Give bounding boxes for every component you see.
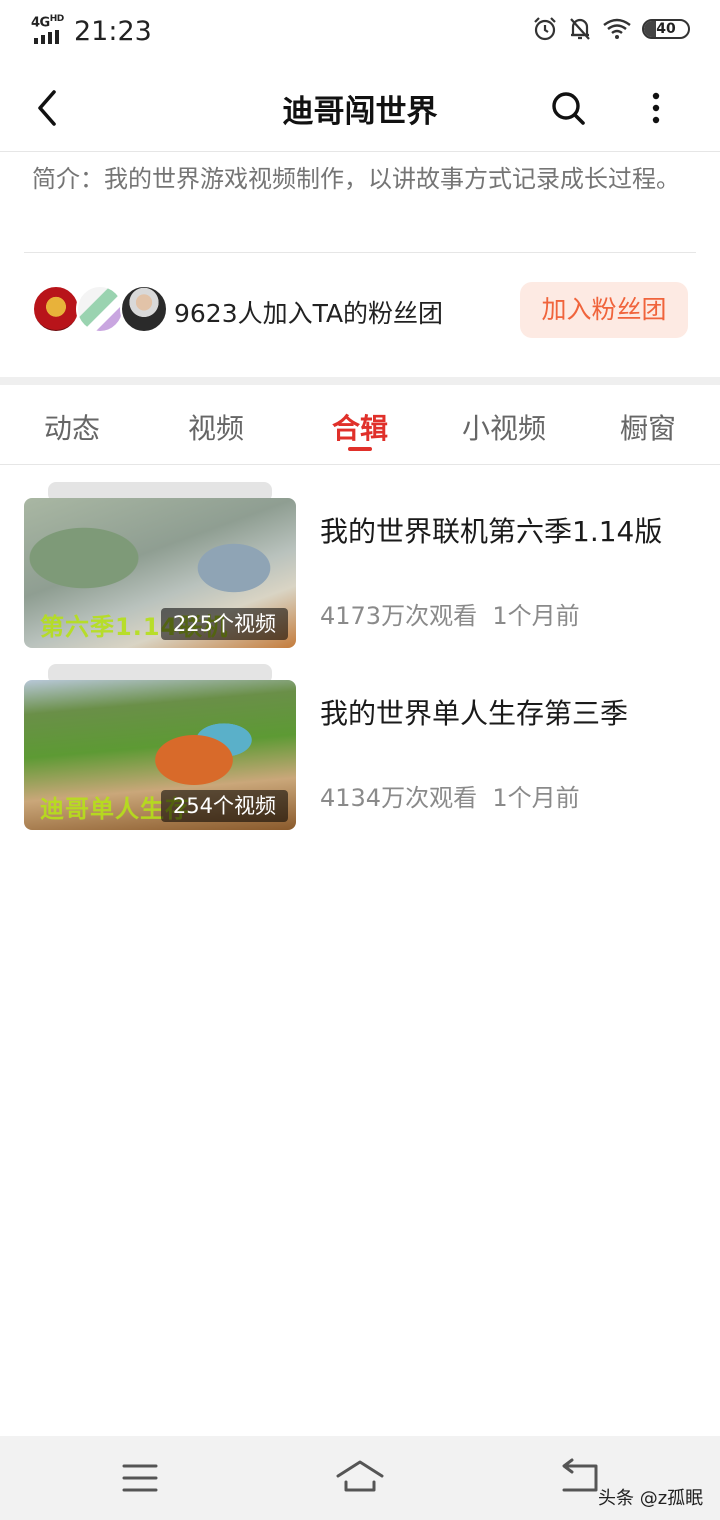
view-count: 4173万次观看 [320,602,478,630]
tab-short-videos[interactable]: 小视频 [449,407,559,447]
join-fan-club-button[interactable]: 加入粉丝团 [520,282,688,338]
fan-club-row: 9623人加入TA的粉丝团 加入粉丝团 [0,280,720,342]
system-nav-bar: 头条 @z孤眠 [0,1436,720,1520]
more-icon [652,92,660,124]
tab-showcase[interactable]: 橱窗 [593,407,703,447]
fan-count-text: 9623人加入TA的粉丝团 [174,299,444,328]
mute-bell-icon [570,18,590,40]
avatar [76,285,124,333]
collection-title: 我的世界联机第六季1.14版 [320,515,663,548]
app-header: 迪哥闯世界 [0,64,720,152]
return-icon [562,1458,598,1492]
home-button[interactable] [336,1456,384,1500]
signal-icon [34,30,59,44]
clock: 21:23 [74,16,152,47]
tab-collections[interactable]: 合辑 [305,407,415,447]
more-button[interactable] [632,84,680,132]
fan-avatars[interactable] [32,285,172,333]
battery-icon: 40 [642,19,690,39]
watermark-text: 头条 @z孤眠 [598,1488,704,1509]
avatar [32,285,80,333]
tab-dynamics[interactable]: 动态 [17,407,127,447]
collection-item[interactable]: 第六季1.14联机 225个视频 我的世界联机第六季1.14版 4173万次观看… [0,482,720,648]
video-count-badge: 225个视频 [160,608,288,640]
status-bar: 4GHD 21:23 40 [0,0,720,64]
video-count-badge: 254个视频 [160,790,288,822]
publish-time: 1个月前 [492,602,580,630]
alarm-icon [534,17,556,41]
collection-meta: 4173万次观看 1个月前 [320,596,580,631]
return-button[interactable] [556,1456,604,1500]
menu-icon [122,1464,158,1492]
tab-bar: 动态 视频 合辑 小视频 橱窗 [0,385,720,465]
active-tab-indicator [348,447,372,451]
collection-item[interactable]: 迪哥单人生存 254个视频 我的世界单人生存第三季 4134万次观看 1个月前 [0,664,720,830]
view-count: 4134万次观看 [320,784,478,812]
thumbnail-image: 第六季1.14联机 225个视频 [24,498,296,648]
publish-time: 1个月前 [492,784,580,812]
page-title: 迪哥闯世界 [282,94,438,130]
avatar [120,285,168,333]
divider [24,252,696,253]
section-divider [0,377,720,385]
wifi-icon [603,18,631,39]
collection-title: 我的世界单人生存第三季 [320,697,629,730]
collection-thumbnail: 迪哥单人生存 254个视频 [24,664,296,830]
collection-thumbnail: 第六季1.14联机 225个视频 [24,482,296,648]
tab-videos[interactable]: 视频 [161,407,271,447]
home-icon [336,1460,384,1492]
search-icon [552,92,585,125]
thumbnail-image: 迪哥单人生存 254个视频 [24,680,296,830]
network-type: 4GHD [31,14,64,31]
search-button[interactable] [544,84,592,132]
collection-meta: 4134万次观看 1个月前 [320,778,580,813]
status-icons: 40 [532,16,690,42]
channel-intro: 简介：我的世界游戏视频制作，以讲故事方式记录成长过程。 [32,165,680,193]
menu-button[interactable] [116,1456,164,1500]
